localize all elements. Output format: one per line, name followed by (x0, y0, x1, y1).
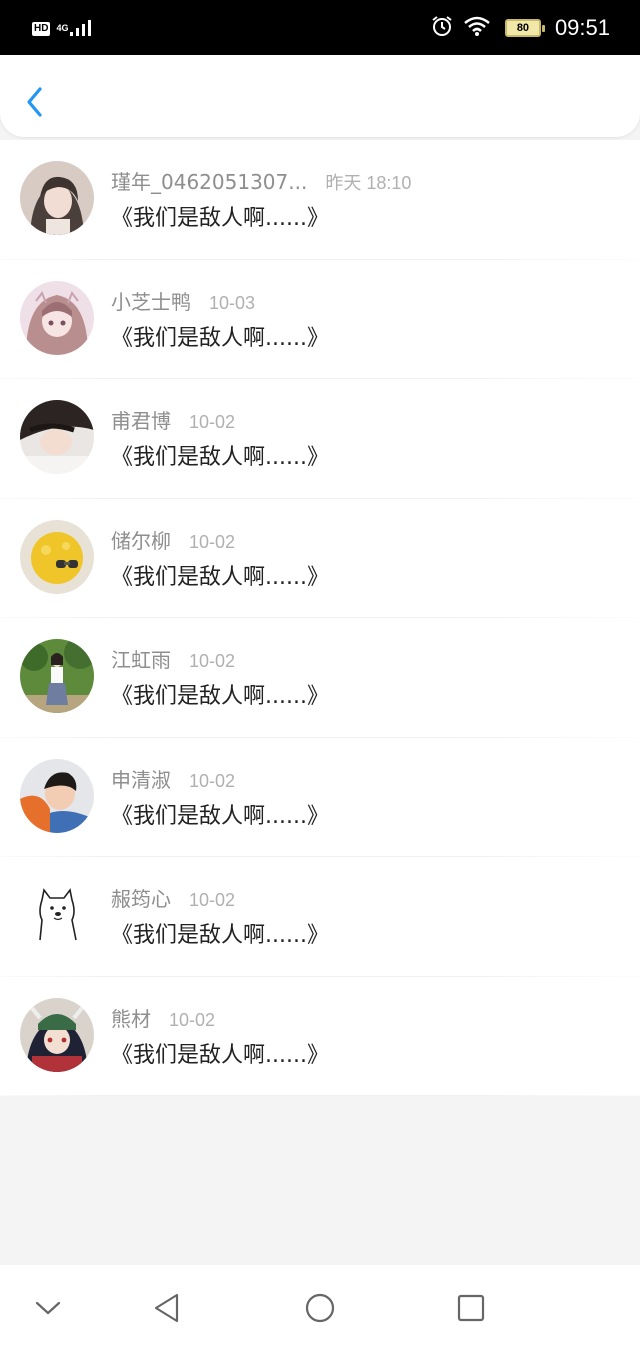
recents-button[interactable] (453, 1290, 489, 1326)
chevron-left-icon (27, 87, 42, 117)
status-left: HD 4G (32, 18, 96, 40)
avatar (20, 519, 94, 594)
message-preview: 《我们是敌人啊......》 (111, 564, 329, 590)
avatar (20, 997, 94, 1072)
message-preview: 《我们是敌人啊......》 (111, 1042, 329, 1068)
list-item[interactable]: 赧筠心 10-02 《我们是敌人啊......》 (0, 857, 640, 977)
avatar (20, 639, 94, 713)
home-button[interactable] (302, 1290, 338, 1326)
message-preview: 《我们是敌人啊......》 (111, 684, 329, 709)
contact-name: 小芝士鸭 (111, 289, 191, 314)
back-triangle-icon (154, 1293, 179, 1323)
message-date: 10-02 (189, 531, 236, 552)
contact-name: 江虹雨 (111, 648, 171, 672)
avatar (20, 878, 94, 952)
recents-square-icon (457, 1294, 485, 1322)
back-button[interactable] (20, 83, 50, 121)
header (0, 55, 640, 137)
list-item[interactable]: 熊材 10-02 《我们是敌人啊......》 (0, 976, 640, 1096)
contact-name: 熊材 (111, 1006, 151, 1031)
hd-badge: HD (32, 22, 51, 36)
contact-name: 甫君博 (111, 409, 171, 433)
avatar (20, 161, 94, 235)
list-item[interactable]: 江虹雨 10-02 《我们是敌人啊......》 (0, 618, 640, 738)
message-date: 10-02 (169, 1009, 216, 1030)
signal-icon (70, 18, 96, 40)
message-date: 10-02 (189, 890, 236, 910)
avatar (20, 280, 94, 355)
message-preview: 《我们是敌人啊......》 (111, 206, 329, 231)
message-preview: 《我们是敌人啊......》 (111, 803, 329, 829)
avatar (20, 400, 94, 474)
alarm-icon (431, 15, 453, 41)
collapse-button[interactable] (30, 1290, 66, 1326)
list-item[interactable]: 甫君博 10-02 《我们是敌人啊......》 (0, 379, 640, 499)
nav-back-button[interactable] (150, 1290, 186, 1326)
clock: 09:51 (554, 15, 610, 40)
contact-name: 申清淑 (111, 767, 171, 792)
contact-name: 瑾年_0462051307... (111, 170, 308, 194)
message-date: 10-02 (189, 770, 236, 791)
battery-icon: 80 (504, 19, 545, 37)
contact-name: 储尔柳 (111, 528, 171, 553)
message-preview: 《我们是敌人啊......》 (111, 325, 329, 351)
message-preview: 《我们是敌人啊......》 (111, 923, 329, 948)
network-type: 4G (56, 23, 69, 33)
message-preview: 《我们是敌人啊......》 (111, 445, 329, 470)
message-date: 10-02 (189, 651, 236, 671)
list-item[interactable]: 储尔柳 10-02 《我们是敌人啊......》 (0, 498, 640, 618)
wifi-icon (463, 15, 491, 41)
status-right: 80 09:51 (431, 13, 610, 43)
message-date: 10-03 (209, 292, 256, 313)
list-item[interactable]: 申清淑 10-02 《我们是敌人啊......》 (0, 737, 640, 857)
avatar (20, 758, 94, 833)
status-bar: HD 4G 80 09:51 (0, 0, 640, 55)
battery-level: 80 (516, 22, 530, 34)
message-date: 10-02 (189, 412, 236, 432)
list-item[interactable]: 小芝士鸭 10-03 《我们是敌人啊......》 (0, 259, 640, 379)
conversation-list: 瑾年_0462051307... 昨天 18:10 《我们是敌人啊......》… (0, 140, 640, 1096)
collapse-chevron-icon (35, 1301, 61, 1315)
contact-name: 赧筠心 (111, 887, 171, 911)
navigation-bar (0, 1265, 640, 1351)
home-circle-icon (305, 1293, 335, 1323)
list-item[interactable]: 瑾年_0462051307... 昨天 18:10 《我们是敌人啊......》 (0, 140, 640, 260)
message-date: 昨天 18:10 (325, 173, 412, 193)
